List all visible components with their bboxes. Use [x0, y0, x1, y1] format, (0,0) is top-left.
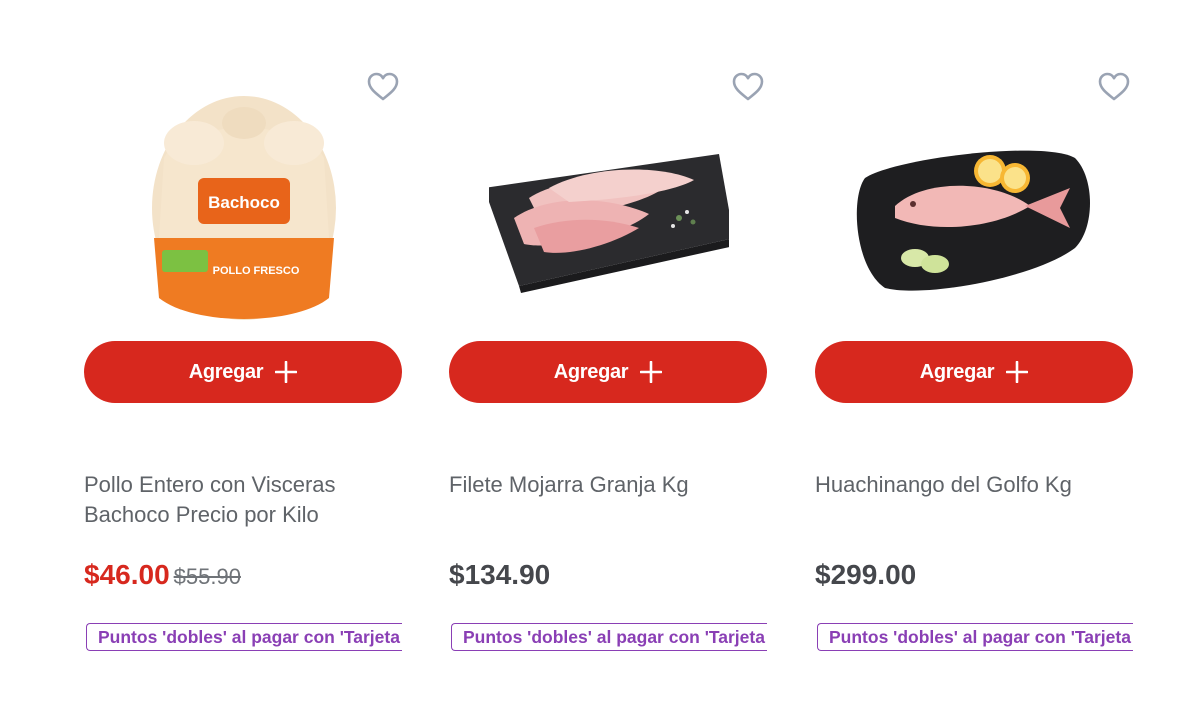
original-price: $55.90 [173, 564, 241, 589]
favorite-button[interactable] [1097, 70, 1131, 104]
promo-badge: Puntos 'dobles' al pagar con 'Tarjeta [451, 623, 767, 651]
price: $134.90 [449, 559, 551, 590]
promo-badge: Puntos 'dobles' al pagar con 'Tarjeta [86, 623, 402, 651]
product-card[interactable]: Agregar Huachinango del Golfo Kg $299.00… [815, 0, 1133, 702]
add-to-cart-button[interactable]: Agregar [84, 341, 402, 403]
plus-icon [640, 361, 663, 383]
favorite-button[interactable] [731, 70, 765, 104]
product-card[interactable]: Agregar Filete Mojarra Granja Kg $134.90… [449, 0, 767, 702]
product-title[interactable]: Pollo Entero con Visceras Bachoco Precio… [84, 470, 402, 530]
price-row: $46.00 $55.90 [84, 559, 402, 591]
sale-price: $46.00 [84, 559, 170, 590]
price-row: $134.90 [449, 559, 767, 591]
add-to-cart-button[interactable]: Agregar [815, 341, 1133, 403]
add-button-label: Agregar [919, 360, 995, 383]
add-button-label: Agregar [188, 360, 264, 383]
favorite-button[interactable] [366, 70, 400, 104]
heart-icon [732, 72, 764, 101]
product-card[interactable]: Bachoco POLLO FRESCO Agregar Pollo Enter… [84, 0, 402, 702]
heart-icon [367, 72, 399, 101]
product-image[interactable] [484, 88, 734, 328]
promo-badge: Puntos 'dobles' al pagar con 'Tarjeta [817, 623, 1133, 651]
package-product-label: POLLO FRESCO [213, 265, 300, 277]
price-row: $299.00 [815, 559, 1133, 591]
product-title[interactable]: Huachinango del Golfo Kg [815, 470, 1133, 500]
product-image[interactable] [855, 88, 1095, 328]
product-image[interactable]: Bachoco POLLO FRESCO [124, 88, 364, 328]
price: $299.00 [815, 559, 917, 590]
heart-icon [1098, 72, 1130, 101]
product-grid: Bachoco POLLO FRESCO Agregar Pollo Enter… [0, 0, 1200, 702]
add-to-cart-button[interactable]: Agregar [449, 341, 767, 403]
plus-icon [275, 361, 298, 383]
package-brand-label: Bachoco [208, 193, 280, 212]
plus-icon [1006, 361, 1029, 383]
product-title[interactable]: Filete Mojarra Granja Kg [449, 470, 767, 500]
add-button-label: Agregar [553, 360, 629, 383]
